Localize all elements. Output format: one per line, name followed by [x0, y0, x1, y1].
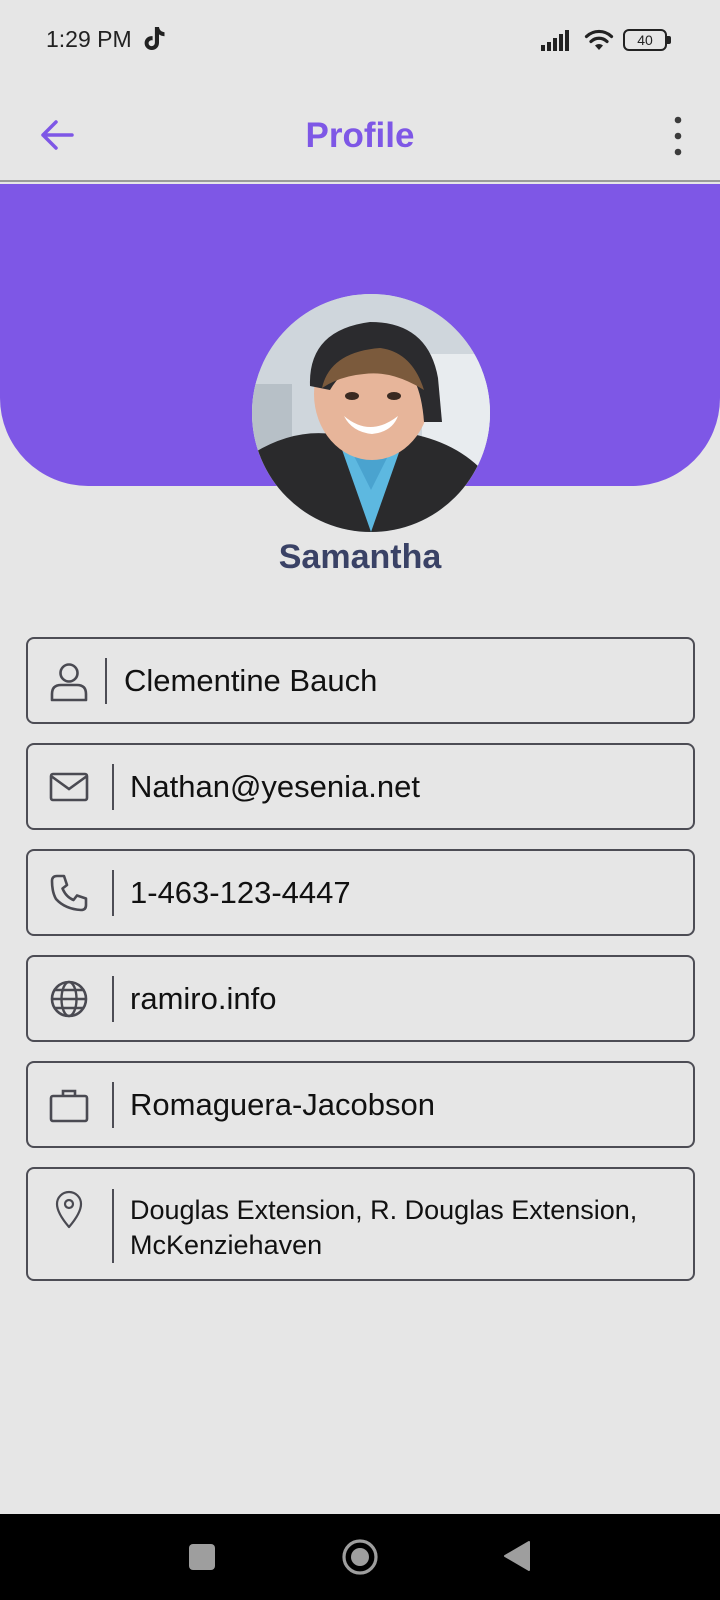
field-divider — [112, 976, 114, 1022]
phone-icon — [50, 874, 88, 912]
back-triangle-icon[interactable] — [503, 1540, 531, 1572]
profile-screen: 1:29 PM 40 Profile Samantha Clementine B… — [0, 0, 720, 1600]
website-field[interactable]: ramiro.info — [26, 955, 695, 1042]
home-circle-icon[interactable] — [341, 1538, 379, 1576]
recents-square-icon[interactable] — [189, 1544, 215, 1570]
field-divider — [112, 1082, 114, 1128]
briefcase-icon — [49, 1089, 89, 1123]
phone-field[interactable]: 1-463-123-4447 — [26, 849, 695, 936]
globe-icon — [50, 980, 88, 1018]
name-value: Clementine Bauch — [124, 662, 378, 698]
email-field[interactable]: Nathan@yesenia.net — [26, 743, 695, 830]
phone-value: 1-463-123-4447 — [130, 874, 351, 910]
website-value: ramiro.info — [130, 980, 277, 1016]
email-value: Nathan@yesenia.net — [130, 768, 420, 804]
status-bar: 1:29 PM 40 — [0, 0, 720, 80]
profile-info-list: Clementine Bauch Nathan@yesenia.net 1-46… — [26, 637, 695, 1300]
more-vertical-icon[interactable] — [664, 114, 692, 158]
mail-icon — [49, 772, 89, 802]
address-value: Douglas Extension, R. Douglas Extension,… — [130, 1195, 638, 1260]
field-divider — [105, 658, 107, 704]
battery-icon: 40 — [623, 29, 671, 51]
user-icon — [50, 663, 88, 702]
app-bar: Profile — [0, 92, 720, 182]
signal-icon — [541, 30, 569, 51]
name-field[interactable]: Clementine Bauch — [26, 637, 695, 724]
avatar — [252, 294, 490, 532]
page-title: Profile — [305, 116, 415, 155]
battery-level: 40 — [623, 29, 667, 51]
tiktok-icon — [144, 27, 165, 50]
field-divider — [112, 764, 114, 810]
wifi-icon — [584, 29, 614, 50]
profile-name: Samantha — [278, 538, 442, 576]
field-divider — [112, 870, 114, 916]
address-field[interactable]: Douglas Extension, R. Douglas Extension,… — [26, 1167, 695, 1281]
company-value: Romaguera-Jacobson — [130, 1086, 436, 1122]
status-time: 1:29 PM — [46, 26, 132, 52]
field-divider — [112, 1189, 114, 1263]
company-field[interactable]: Romaguera-Jacobson — [26, 1061, 695, 1148]
location-pin-icon — [55, 1190, 83, 1229]
system-nav-bar — [0, 1514, 720, 1600]
